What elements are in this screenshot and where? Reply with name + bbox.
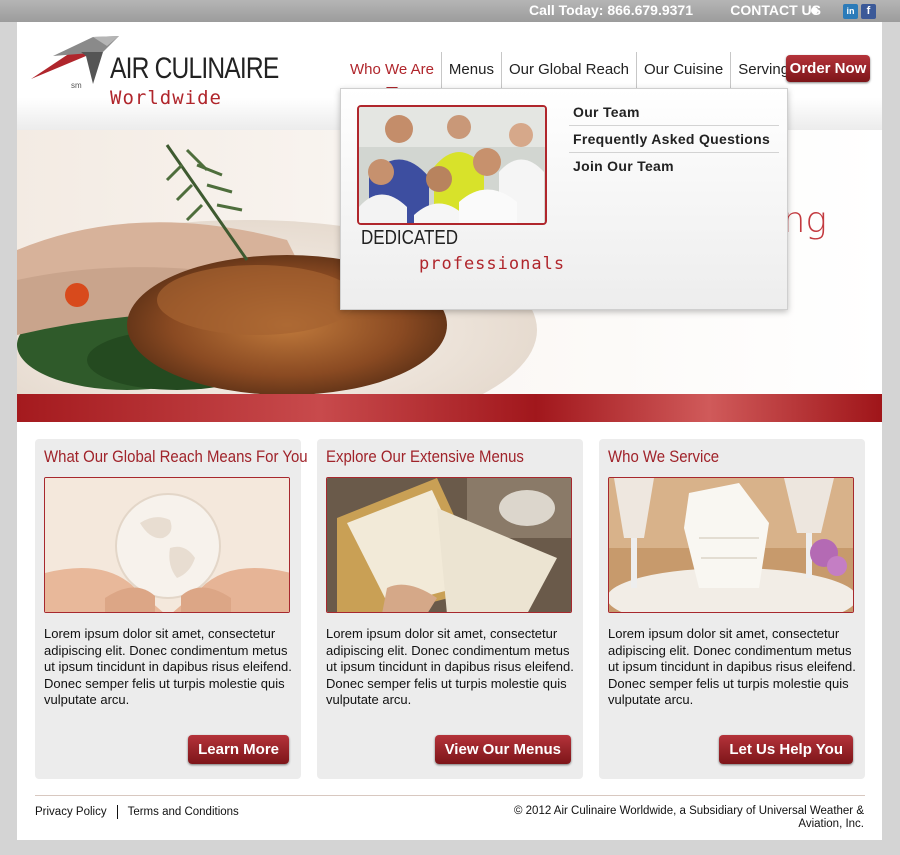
let-us-help-button[interactable]: Let Us Help You <box>719 735 853 764</box>
card-body-text: Lorem ipsum dolor sit amet, consectetur … <box>44 626 292 707</box>
dedicated-heading: DEDICATED <box>361 227 458 249</box>
nav-menus[interactable]: Menus <box>442 52 502 88</box>
table-setting-image <box>608 477 854 613</box>
hero-red-strip <box>17 394 882 422</box>
brand-name: AIR CULINAIRE <box>110 52 279 85</box>
team-photo <box>357 105 547 225</box>
card-who-we-service: Who We Service Lorem ipsum dolor sit ame… <box>599 439 865 779</box>
service-mark: sm <box>71 81 82 90</box>
top-bar: Call Today: 866.679.9371 CONTACT US in f <box>0 0 900 22</box>
nav-global-reach[interactable]: Our Global Reach <box>502 52 638 88</box>
card-body-text: Lorem ipsum dolor sit amet, consectetur … <box>326 626 574 707</box>
nav-our-cuisine[interactable]: Our Cuisine <box>637 52 732 88</box>
dropdown-link-our-team[interactable]: Our Team <box>569 99 779 126</box>
card-global-reach: What Our Global Reach Means For You Lore… <box>35 439 308 779</box>
view-menus-button[interactable]: View Our Menus <box>434 735 571 764</box>
facebook-icon[interactable]: f <box>861 4 876 19</box>
brand-subtitle: Worldwide <box>110 87 222 109</box>
page-container: sm AIR CULINAIRE Worldwide Who We Are Me… <box>17 22 882 840</box>
order-now-button[interactable]: Order Now <box>786 55 870 82</box>
nav-who-we-are[interactable]: Who We Are <box>343 52 442 94</box>
learn-more-button[interactable]: Learn More <box>188 735 289 764</box>
footer-separator <box>116 805 118 819</box>
feature-cards: What Our Global Reach Means For You Lore… <box>35 439 865 779</box>
who-we-are-dropdown: DEDICATED professionals Our Team Frequen… <box>340 88 788 310</box>
footer-links: Privacy Policy Terms and Conditions <box>35 805 239 819</box>
card-menus: Explore Our Extensive Menus Lorem ipsum … <box>317 439 583 779</box>
linkedin-icon[interactable]: in <box>843 4 858 19</box>
footer-divider <box>35 795 865 796</box>
privacy-policy-link[interactable]: Privacy Policy <box>35 806 107 818</box>
contact-us-link[interactable]: CONTACT US <box>730 2 821 18</box>
dropdown-link-join-team[interactable]: Join Our Team <box>569 153 779 179</box>
card-body-text: Lorem ipsum dolor sit amet, consectetur … <box>608 626 856 707</box>
logo[interactable]: sm AIR CULINAIRE Worldwide <box>31 34 279 114</box>
logo-bird-icon <box>31 36 119 84</box>
card-title: Explore Our Extensive Menus <box>326 447 524 466</box>
bullet-icon <box>811 7 818 14</box>
call-today-text: Call Today: 866.679.9371 <box>529 2 693 18</box>
dropdown-links: Our Team Frequently Asked Questions Join… <box>569 99 779 179</box>
globe-in-hands-image <box>44 477 290 613</box>
dropdown-link-faq[interactable]: Frequently Asked Questions <box>569 126 779 153</box>
card-title: Who We Service <box>608 447 720 466</box>
main-nav: Who We Are Menus Our Global Reach Our Cu… <box>343 52 825 94</box>
terms-link[interactable]: Terms and Conditions <box>128 806 239 818</box>
copyright-text: © 2012 Air Culinaire Worldwide, a Subsid… <box>513 805 864 830</box>
menu-book-image <box>326 477 572 613</box>
professionals-subheading: professionals <box>419 254 566 274</box>
card-title: What Our Global Reach Means For You <box>44 447 308 466</box>
